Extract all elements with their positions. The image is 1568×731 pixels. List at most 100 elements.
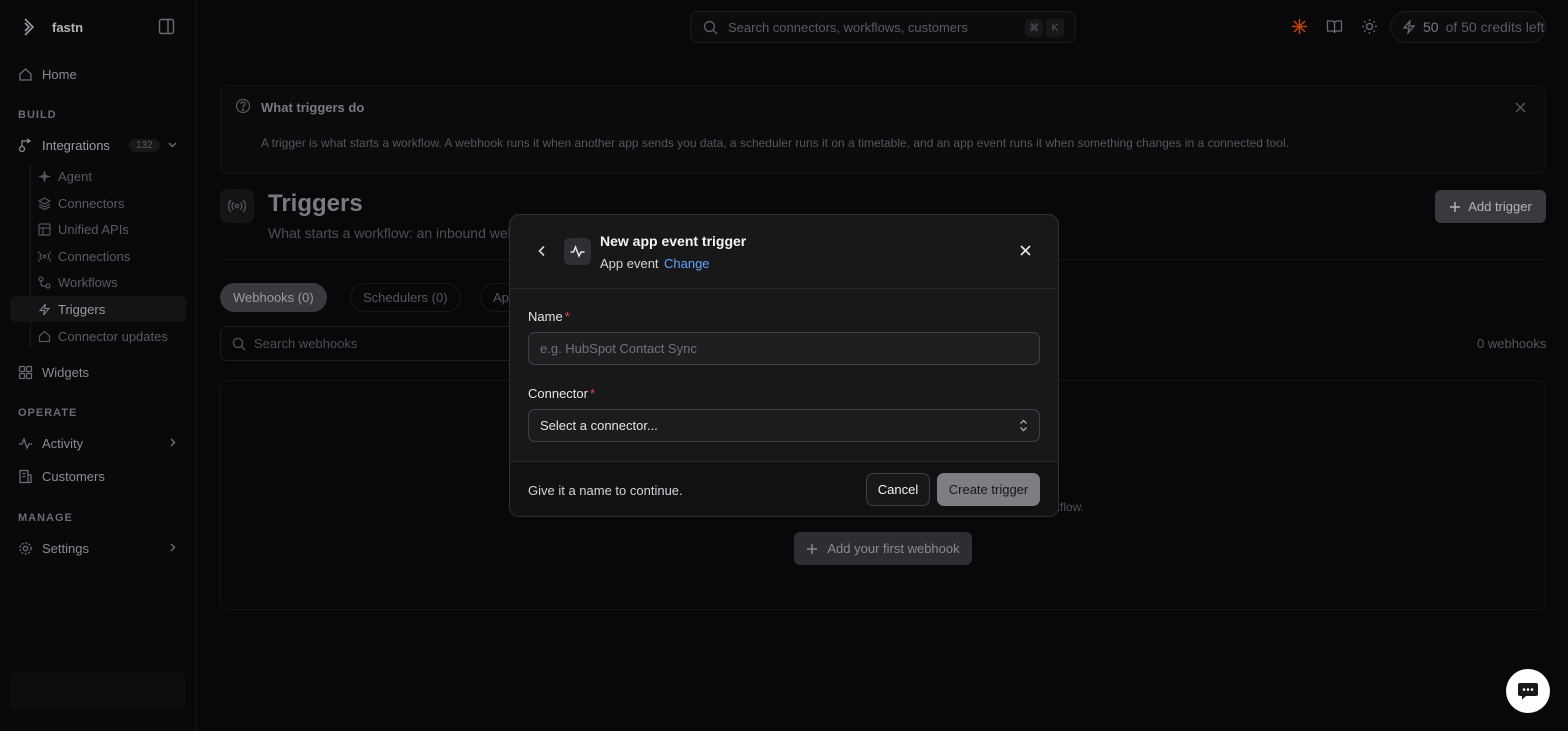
search-icon [703,20,718,35]
info-banner: What triggers do A trigger is what start… [220,85,1546,174]
shortcut-key-cmd: ⌘ [1025,19,1043,37]
chevrons-up-down-icon [1019,419,1028,432]
add-trigger-button[interactable]: Add trigger [1435,190,1546,223]
sidebar-item-widgets[interactable]: Widgets [10,359,186,385]
add-first-webhook-button[interactable]: Add your first webhook [794,532,972,565]
connector-select-value: Select a connector... [540,418,658,433]
grid-icon [18,365,33,380]
close-icon[interactable] [1020,245,1031,256]
chevron-down-icon[interactable] [167,139,178,150]
sidebar-item-connections[interactable]: Connections [10,243,186,269]
fastn-logo-icon [22,17,38,37]
help-circle-icon [235,98,251,114]
zap-icon [1402,20,1416,34]
sidebar-item-agent[interactable]: Agent [10,163,186,189]
chevron-right-icon[interactable] [167,437,178,448]
table-icon [38,222,51,236]
sidebar-item-label: Widgets [42,364,89,380]
sidebar-toggle-icon[interactable] [158,18,175,35]
dialog-footer: Give it a name to continue. Cancel Creat… [510,461,1058,516]
credits-used: 50 [1423,19,1439,35]
sidebar-item-integrations[interactable]: Integrations 132 [10,132,186,158]
validation-hint: Give it a name to continue. [528,483,683,498]
connector-select[interactable]: Select a connector... [528,409,1040,442]
plus-icon [1449,201,1461,213]
trigger-type-label: App event [600,256,659,271]
search-icon [232,337,246,351]
integrations-icon [18,137,33,153]
triggers-page-icon [220,189,254,223]
chevron-right-icon[interactable] [167,542,178,553]
dialog-title: New app event trigger [600,233,747,249]
sidebar-item-triggers[interactable]: Triggers [10,296,186,322]
required-marker: * [589,386,596,401]
chat-support-button[interactable] [1506,669,1550,713]
sparkle-icon [38,169,51,183]
sidebar-item-home[interactable]: Home [10,61,186,87]
sidebar-item-unified-apis[interactable]: Unified APIs [10,216,186,242]
plus-icon [806,543,818,555]
required-marker: * [564,309,570,324]
docs-book-icon[interactable] [1326,18,1343,35]
user-profile[interactable] [10,672,186,710]
credits-text: of 50 credits left [1445,19,1545,35]
sidebar-item-label: Settings [42,540,89,556]
sidebar-item-workflows[interactable]: Workflows [10,269,186,295]
brand[interactable]: fastn [22,17,83,37]
status-burst-icon[interactable] [1291,18,1308,35]
building-icon [18,469,33,484]
change-type-link[interactable]: Change [664,256,710,271]
global-search-input[interactable]: Search connectors, workflows, customers … [690,11,1076,43]
theme-sun-icon[interactable] [1361,18,1378,35]
webhook-search-placeholder: Search webhooks [254,336,358,351]
webhook-count: 0 webhooks [1477,336,1547,351]
home-icon [18,67,33,82]
back-arrow-icon[interactable] [536,245,548,257]
search-placeholder: Search connectors, workflows, customers [728,19,968,35]
create-trigger-button[interactable]: Create trigger [937,473,1040,506]
gear-icon [18,541,33,556]
section-operate: OPERATE [18,407,78,419]
home-update-icon [38,330,51,343]
sidebar-item-activity[interactable]: Activity [10,430,186,456]
app-name: fastn [52,19,84,35]
page-title: Triggers [268,190,363,217]
add-first-webhook-label: Add your first webhook [827,541,960,556]
name-field-label: Name * [528,309,570,324]
dialog-header: New app event trigger App event Change [510,215,1058,289]
close-icon[interactable] [1515,102,1526,113]
section-build: BUILD [18,109,57,121]
activity-icon [564,238,591,265]
sidebar-item-label: Integrations [42,137,110,153]
chat-bubble-icon [1517,681,1539,701]
sidebar-item-label: Connections [58,248,131,264]
credits-indicator[interactable]: 50 of 50 credits left [1390,11,1546,43]
sidebar-item-label: Activity [42,435,84,451]
tab-schedulers[interactable]: Schedulers (0) [350,283,461,312]
add-trigger-label: Add trigger [1468,199,1532,214]
cancel-button[interactable]: Cancel [866,473,930,506]
sidebar-item-label: Unified APIs [58,221,129,237]
zap-icon [38,303,51,316]
sidebar-item-connectors[interactable]: Connectors [10,190,186,216]
name-input[interactable]: e.g. HubSpot Contact Sync [528,332,1040,365]
tab-webhooks[interactable]: Webhooks (0) [220,283,327,312]
layers-icon [38,196,51,210]
info-text: A trigger is what starts a workflow. A w… [261,136,1289,150]
workflow-icon [38,275,51,289]
sidebar-item-label: Connector updates [58,328,168,344]
sidebar-item-label: Customers [42,468,105,484]
section-manage: MANAGE [18,512,73,524]
webhook-search-input[interactable]: Search webhooks [220,326,520,361]
sidebar-item-label: Connectors [58,195,125,211]
sidebar-item-customers[interactable]: Customers [10,463,186,489]
new-trigger-dialog: New app event trigger App event Change N… [509,214,1059,517]
shortcut-key-k: K [1046,19,1064,37]
sidebar-item-settings[interactable]: Settings [10,535,186,561]
integrations-count-badge: 132 [128,138,160,152]
radio-tower-icon [38,250,51,263]
connector-field-label: Connector * [528,386,596,401]
sidebar-item-connector-updates[interactable]: Connector updates [10,323,186,349]
info-title: What triggers do [261,100,365,115]
sidebar-item-label: Home [42,66,77,82]
